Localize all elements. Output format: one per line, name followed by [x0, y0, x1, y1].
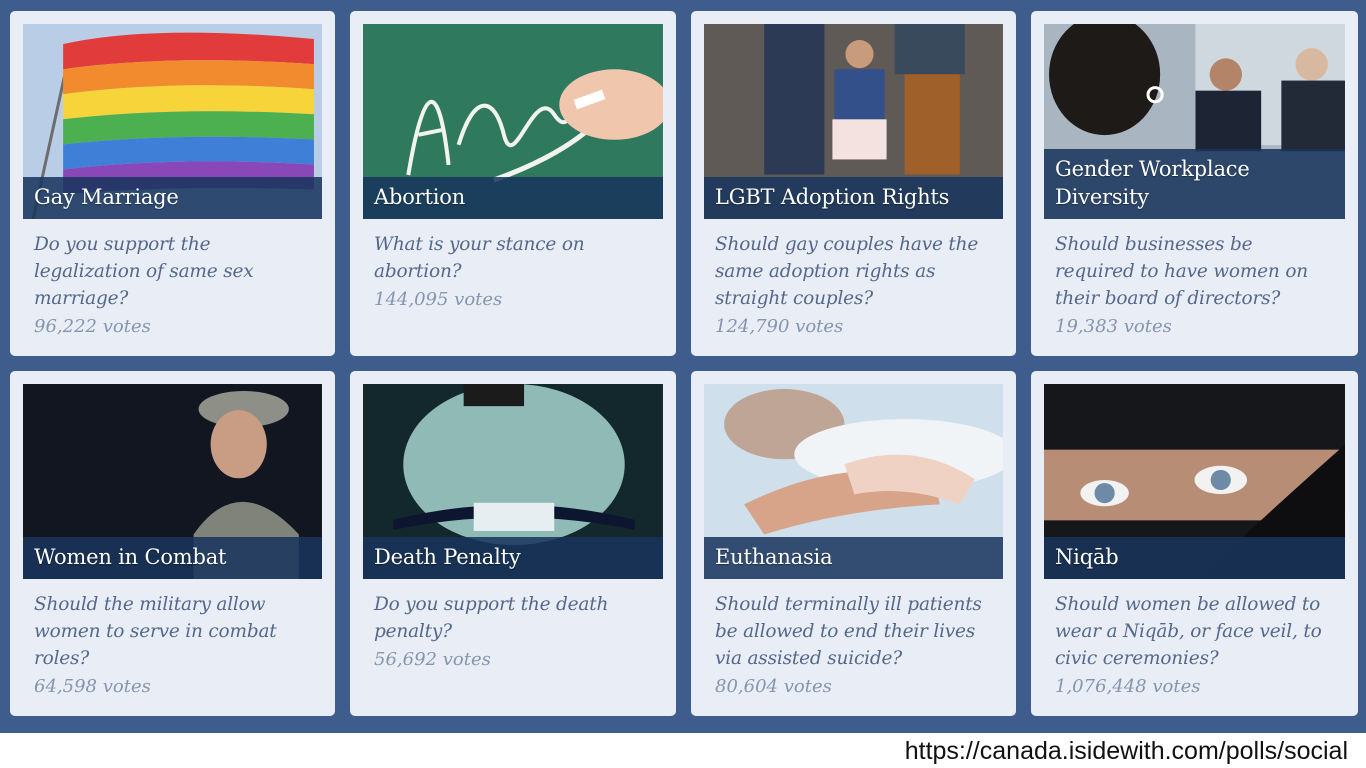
poll-card-gay-marriage[interactable]: Gay Marriage Do you support the legaliza…: [10, 11, 335, 356]
poll-title[interactable]: Gender Workplace Diversity: [1044, 149, 1345, 219]
poll-title[interactable]: Euthanasia: [704, 537, 1003, 579]
poll-vote-count: 96,222 votes: [34, 316, 151, 337]
poll-vote-count: 64,598 votes: [34, 676, 151, 697]
poll-card-niqab[interactable]: Niqāb Should women be allowed to wear a …: [1031, 371, 1358, 716]
poll-vote-count: 56,692 votes: [374, 649, 491, 670]
poll-vote-count: 124,790 votes: [715, 316, 844, 337]
poll-thumbnail[interactable]: LGBT Adoption Rights: [704, 24, 1003, 219]
poll-question: What is your stance on abortion?: [374, 234, 585, 282]
poll-vote-count: 19,383 votes: [1055, 316, 1172, 337]
poll-grid: Gay Marriage Do you support the legaliza…: [10, 11, 1358, 716]
poll-thumbnail[interactable]: Women in Combat: [23, 384, 322, 579]
poll-card-women-in-combat[interactable]: Women in Combat Should the military allo…: [10, 371, 335, 716]
source-url: https://canada.isidewith.com/polls/socia…: [904, 737, 1348, 765]
poll-question: Should gay couples have the same adoptio…: [715, 234, 979, 309]
poll-card-lgbt-adoption-rights[interactable]: LGBT Adoption Rights Should gay couples …: [691, 11, 1016, 356]
poll-question: Should businesses be required to have wo…: [1055, 234, 1308, 309]
poll-question: Do you support the death penalty?: [374, 594, 609, 642]
poll-card-gender-workplace-diversity[interactable]: Gender Workplace Diversity Should busine…: [1031, 11, 1358, 356]
poll-title[interactable]: Abortion: [363, 177, 663, 219]
poll-title[interactable]: Niqāb: [1044, 537, 1345, 579]
poll-question: Should terminally ill patients be allowe…: [715, 594, 982, 669]
polls-panel: Gay Marriage Do you support the legaliza…: [0, 0, 1366, 733]
poll-thumbnail[interactable]: Euthanasia: [704, 384, 1003, 579]
poll-thumbnail[interactable]: Death Penalty: [363, 384, 663, 579]
poll-vote-count: 80,604 votes: [715, 676, 832, 697]
poll-title[interactable]: Women in Combat: [23, 537, 322, 579]
poll-thumbnail[interactable]: Gay Marriage: [23, 24, 322, 219]
poll-title[interactable]: Gay Marriage: [23, 177, 322, 219]
poll-thumbnail[interactable]: Niqāb: [1044, 384, 1345, 579]
poll-question: Should the military allow women to serve…: [34, 594, 277, 669]
poll-title[interactable]: LGBT Adoption Rights: [704, 177, 1003, 219]
poll-thumbnail[interactable]: Gender Workplace Diversity: [1044, 24, 1345, 219]
poll-thumbnail[interactable]: Abortion: [363, 24, 663, 219]
poll-card-death-penalty[interactable]: Death Penalty Do you support the death p…: [350, 371, 676, 716]
poll-card-abortion[interactable]: Abortion What is your stance on abortion…: [350, 11, 676, 356]
poll-question: Should women be allowed to wear a Niqāb,…: [1055, 594, 1322, 669]
poll-vote-count: 1,076,448 votes: [1055, 676, 1201, 697]
poll-question: Do you support the legalization of same …: [34, 234, 254, 309]
poll-title[interactable]: Death Penalty: [363, 537, 663, 579]
poll-vote-count: 144,095 votes: [374, 289, 503, 310]
poll-card-euthanasia[interactable]: Euthanasia Should terminally ill patient…: [691, 371, 1016, 716]
